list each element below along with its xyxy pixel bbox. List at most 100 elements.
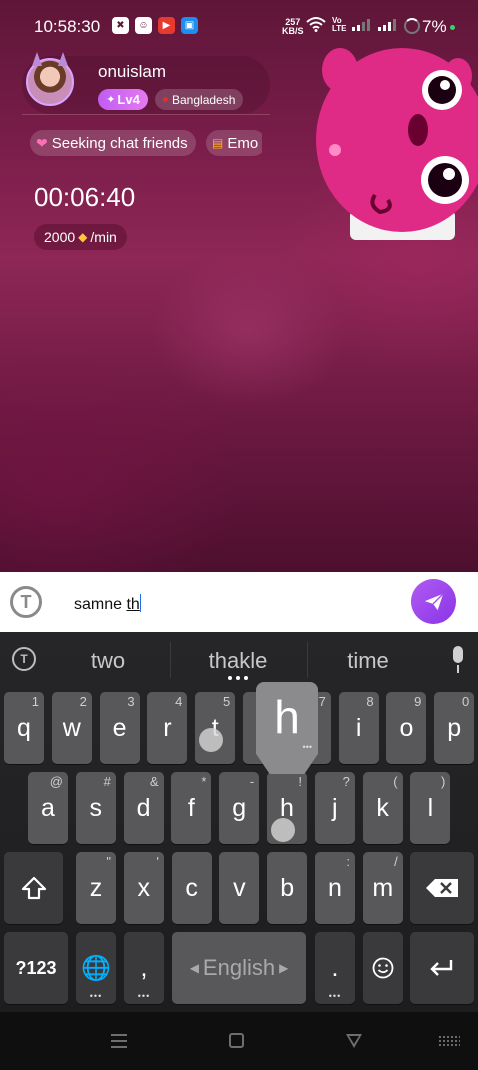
key-x[interactable]: x '	[123, 852, 164, 924]
emoji-key[interactable]	[363, 932, 403, 1004]
key-d[interactable]: d &	[123, 772, 164, 844]
space-left-arrow-icon: ◀	[189, 961, 199, 975]
message-compose-bar: T samne th	[0, 572, 478, 632]
divider	[22, 114, 270, 115]
key-p[interactable]: p0	[434, 692, 475, 764]
key-a[interactable]: a @	[28, 772, 68, 844]
key-hint: 8	[366, 694, 374, 709]
suggestion-3[interactable]: time	[308, 648, 428, 674]
volte-indicator: Vo LTE	[332, 16, 347, 33]
key-j[interactable]: j?	[314, 772, 355, 844]
shift-key[interactable]	[4, 852, 63, 924]
key-hint: /	[394, 854, 398, 869]
key-z[interactable]: z "	[76, 852, 116, 924]
key-hint: )	[441, 774, 446, 789]
key-m[interactable]: m /	[362, 852, 403, 924]
language-key[interactable]: 🌐 •••	[76, 932, 116, 1004]
key-g[interactable]: g-	[219, 772, 260, 844]
key-b[interactable]: b	[267, 852, 308, 924]
emoji-icon	[372, 957, 394, 979]
recent-apps-button[interactable]	[111, 1034, 127, 1048]
key-hint: &	[149, 774, 159, 789]
key-v[interactable]: v	[219, 852, 260, 924]
globe-icon: 🌐	[81, 954, 111, 982]
backspace-icon	[426, 879, 458, 897]
suggestion-strip: T two thakle time	[0, 632, 478, 688]
back-button[interactable]	[346, 1034, 362, 1048]
pink-mascot-sticker	[316, 48, 478, 240]
key-r[interactable]: r4	[147, 692, 188, 764]
key-hint: (	[393, 774, 398, 789]
text-cursor	[139, 594, 141, 612]
tag-emo[interactable]: ▤ Emo	[206, 130, 262, 156]
comma-key[interactable]: , •••	[124, 932, 164, 1004]
key-hint: 4	[175, 694, 183, 709]
key-e[interactable]: e3	[99, 692, 140, 764]
key-s[interactable]: s #	[75, 772, 116, 844]
tag-seeking-chat-friends[interactable]: ❤ Seeking chat friends	[30, 130, 196, 156]
key-hint: 0	[461, 694, 470, 709]
battery-percent: 7%	[422, 17, 447, 36]
translate-logo-icon[interactable]: T	[10, 586, 42, 618]
message-input[interactable]: samne th	[74, 594, 141, 614]
key-hint: ?	[342, 774, 350, 789]
enter-key[interactable]	[410, 932, 474, 1004]
key-q[interactable]: q1	[4, 692, 44, 764]
key-hint: 3	[127, 694, 135, 709]
flag-icon	[163, 97, 168, 102]
key-hint: 7	[318, 694, 326, 709]
country-badge: Bangladesh	[155, 89, 244, 110]
video-notification-icon: ▶	[158, 17, 175, 34]
heart-icon: ❤	[36, 134, 48, 151]
key-hint: *	[201, 774, 207, 789]
battery-icon	[404, 18, 420, 34]
sparkle-icon: ✦	[106, 94, 116, 106]
touch-indicator	[199, 728, 223, 752]
host-name: onuislam	[98, 62, 167, 81]
key-n[interactable]: n:	[315, 852, 355, 924]
host-avatar[interactable]	[26, 58, 74, 106]
app-notification-icon: ✖	[112, 17, 129, 34]
suggestion-1[interactable]: two	[48, 648, 168, 674]
key-c[interactable]: c	[171, 852, 212, 924]
key-hint: 2	[79, 694, 87, 709]
home-button[interactable]	[229, 1033, 244, 1048]
send-button[interactable]	[411, 579, 456, 624]
navigation-bar	[0, 1012, 478, 1070]
key-hint: !	[298, 774, 302, 789]
video-area[interactable]: 10:58:30 ✖ ☺ ▶ ▣ 257 KB/S Vo LTE 7% onui…	[0, 0, 478, 572]
store-notification-icon: ▣	[181, 17, 198, 34]
key-w[interactable]: w2	[51, 692, 92, 764]
signal-sim1-icon	[352, 19, 370, 31]
period-key[interactable]: . •••	[315, 932, 355, 1004]
key-k[interactable]: k(	[362, 772, 403, 844]
network-speed: 257 KB/S	[282, 17, 304, 36]
space-key[interactable]: ◀ English ▶	[172, 932, 306, 1004]
key-hint: 1	[31, 694, 39, 709]
key-hint: "	[106, 854, 111, 869]
keyboard-translate-icon[interactable]: T	[12, 647, 36, 671]
key-hint: :	[346, 854, 350, 869]
keyboard-switch-icon[interactable]	[438, 1035, 460, 1047]
diamond-icon: ◆	[78, 230, 88, 244]
key-preview-popup: h •••	[256, 682, 318, 774]
key-l[interactable]: l)	[410, 772, 451, 844]
level-badge: ✦ Lv4	[98, 89, 148, 110]
touch-indicator	[271, 818, 295, 842]
key-i[interactable]: i8	[338, 692, 379, 764]
call-rate: 2000 ◆ /min	[34, 224, 127, 250]
space-right-arrow-icon: ▶	[279, 961, 289, 975]
key-f[interactable]: f *	[171, 772, 212, 844]
microphone-icon[interactable]	[450, 646, 466, 674]
suggestion-2[interactable]: thakle	[178, 648, 298, 674]
chat-notification-icon: ☺	[135, 17, 152, 34]
symbols-key[interactable]: ?123	[4, 932, 68, 1004]
signal-sim2-icon	[378, 19, 396, 31]
call-timer: 00:06:40	[34, 182, 136, 212]
more-suggestions-icon[interactable]	[228, 676, 250, 682]
backspace-key[interactable]	[410, 852, 474, 924]
paper-plane-icon	[424, 592, 444, 610]
suggestion-divider	[170, 642, 171, 678]
key-hint: -	[249, 774, 255, 789]
key-o[interactable]: o9	[386, 692, 427, 764]
